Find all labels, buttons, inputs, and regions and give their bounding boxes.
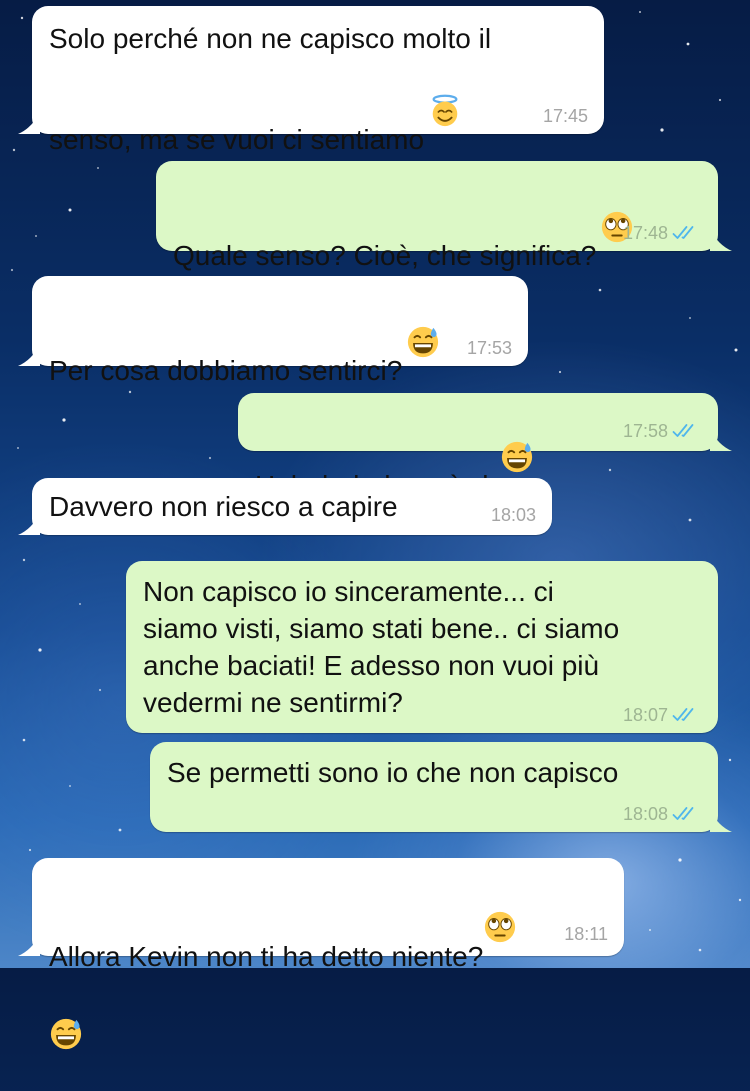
double-check-read-icon	[672, 225, 702, 241]
chat-thread[interactable]: Solo perché non ne capisco molto il sens…	[0, 0, 750, 1050]
message-meta: 18:11	[564, 924, 608, 944]
message-meta: 18:07	[623, 705, 702, 725]
face-with-rolling-eyes-icon	[483, 870, 517, 943]
message-time: 17:48	[622, 223, 668, 243]
message-text-content: Quale senso? Cioè, che significa?	[173, 240, 597, 271]
message-meta: 17:45	[543, 106, 588, 126]
message-time: 17:45	[542, 106, 588, 126]
outgoing-message-bubble[interactable]: Quale senso? Cioè, che significa? 17:48	[156, 161, 732, 271]
message-meta: 18:03	[491, 505, 536, 525]
incoming-message-bubble[interactable]: Solo perché non ne capisco molto il sens…	[18, 6, 604, 155]
message-text: Allora Kevin non ti ha detto niente?	[49, 870, 517, 1084]
incoming-message-bubble[interactable]: Allora Kevin non ti ha detto niente? 18:…	[18, 858, 624, 1050]
message-text: Non capisco io sinceramente... ci siamo …	[143, 573, 619, 721]
message-text: Davvero non riesco a capire	[49, 488, 398, 525]
grinning-face-with-sweat-icon	[500, 403, 534, 473]
message-meta: 18:08	[623, 804, 702, 824]
message-text-content: Non capisco io sinceramente... ci siamo …	[143, 576, 620, 718]
bubble-tail	[710, 810, 732, 832]
message-time: 18:11	[564, 924, 608, 944]
message-time: 18:08	[622, 804, 668, 824]
message-text-content: Davvero non riesco a capire	[49, 491, 398, 522]
message-time: 17:53	[466, 338, 512, 358]
incoming-message-bubble[interactable]: Per cosa dobbiamo sentirci? 17:53	[18, 276, 528, 386]
bubble-tail	[18, 344, 40, 366]
message-text-content: Solo perché non ne capisco molto il sens…	[49, 23, 492, 155]
outgoing-message-bubble[interactable]: Hahahahah così ok 17:58	[238, 393, 732, 501]
message-time: 18:03	[490, 505, 536, 525]
bubble-tail	[18, 513, 40, 535]
message-meta: 17:53	[467, 338, 512, 358]
message-text-content: Se permetti sono io che non capisco	[167, 757, 619, 788]
face-with-rolling-eyes-icon	[600, 173, 634, 243]
double-check-read-icon	[672, 707, 702, 723]
smiling-face-with-halo-icon	[428, 57, 462, 127]
message-text: Per cosa dobbiamo sentirci?	[49, 288, 440, 389]
bubble-tail	[710, 429, 732, 451]
grinning-face-with-sweat-icon	[49, 977, 83, 1050]
incoming-message-bubble[interactable]: Davvero non riesco a capire 18:03	[18, 478, 552, 535]
grinning-face-with-sweat-icon	[406, 288, 440, 358]
bubble-tail	[18, 112, 40, 134]
outgoing-message-bubble[interactable]: Se permetti sono io che non capisco 18:0…	[150, 742, 732, 832]
outgoing-message-bubble[interactable]: Non capisco io sinceramente... ci siamo …	[126, 561, 718, 733]
message-text-content: Allora Kevin non ti ha detto niente?	[49, 941, 484, 972]
message-meta: 17:58	[623, 421, 702, 441]
message-time: 18:07	[622, 705, 668, 725]
double-check-read-icon	[672, 423, 702, 439]
bubble-tail	[710, 229, 732, 251]
message-meta: 17:48	[623, 223, 702, 243]
message-text: Quale senso? Cioè, che significa?	[173, 173, 634, 274]
message-text: Solo perché non ne capisco molto il sens…	[49, 20, 491, 158]
message-text: Se permetti sono io che non capisco	[167, 754, 618, 791]
message-text-content: Per cosa dobbiamo sentirci?	[49, 355, 403, 386]
bubble-tail	[18, 934, 40, 956]
message-time: 17:58	[622, 421, 668, 441]
double-check-read-icon	[672, 806, 702, 822]
